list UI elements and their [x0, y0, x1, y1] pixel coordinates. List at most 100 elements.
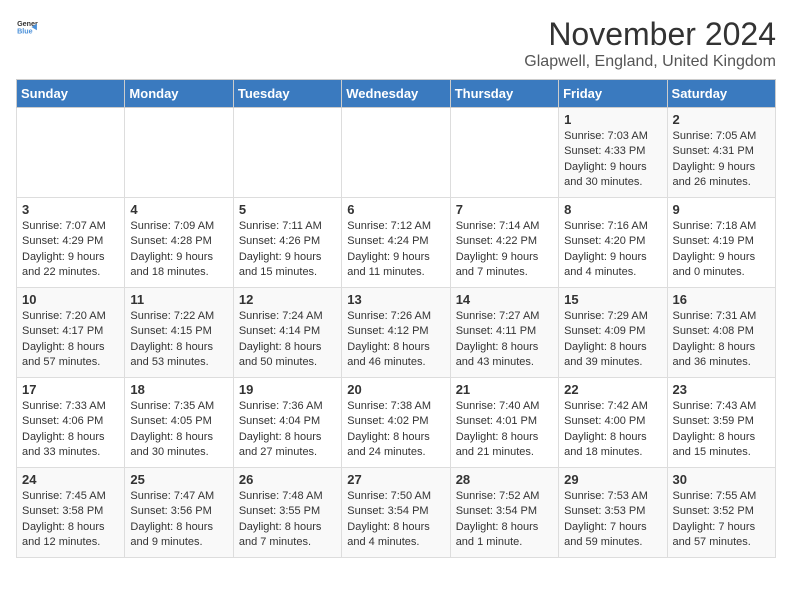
day-number: 9: [673, 202, 770, 217]
day-number: 26: [239, 472, 336, 487]
day-cell: 26 Sunrise: 7:48 AM Sunset: 3:55 PM Dayli…: [233, 468, 341, 558]
day-info: Sunrise: 7:42 AM Sunset: 4:00 PM Dayligh…: [564, 399, 661, 461]
week-row-1: 1 Sunrise: 7:03 AM Sunset: 4:33 PM Daylig…: [17, 108, 776, 198]
header-row: SundayMondayTuesdayWednesdayThursdayFrid…: [17, 80, 776, 108]
day-number: 10: [22, 292, 119, 307]
day-info: Sunrise: 7:48 AM Sunset: 3:55 PM Dayligh…: [239, 489, 336, 551]
day-cell: 29 Sunrise: 7:53 AM Sunset: 3:53 PM Dayli…: [559, 468, 667, 558]
col-header-tuesday: Tuesday: [233, 80, 341, 108]
day-cell: 1 Sunrise: 7:03 AM Sunset: 4:33 PM Daylig…: [559, 108, 667, 198]
day-info: Sunrise: 7:53 AM Sunset: 3:53 PM Dayligh…: [564, 489, 661, 551]
day-info: Sunrise: 7:07 AM Sunset: 4:29 PM Dayligh…: [22, 219, 119, 281]
month-title: November 2024: [524, 16, 776, 53]
day-number: 16: [673, 292, 770, 307]
day-cell: 2Sunrise: 7:05 AM Sunset: 4:31 PM Daylig…: [667, 108, 775, 198]
day-number: 21: [456, 382, 553, 397]
day-cell: 10 Sunrise: 7:20 AM Sunset: 4:17 PM Dayli…: [17, 288, 125, 378]
day-cell: [450, 108, 558, 198]
day-cell: 18 Sunrise: 7:35 AM Sunset: 4:05 PM Dayli…: [125, 378, 233, 468]
day-cell: 28 Sunrise: 7:52 AM Sunset: 3:54 PM Dayli…: [450, 468, 558, 558]
day-info: Sunrise: 7:33 AM Sunset: 4:06 PM Dayligh…: [22, 399, 119, 461]
day-number: 5: [239, 202, 336, 217]
day-cell: 14 Sunrise: 7:27 AM Sunset: 4:11 PM Dayli…: [450, 288, 558, 378]
day-info: Sunrise: 7:05 AM Sunset: 4:31 PM Dayligh…: [673, 129, 770, 191]
day-number: 1: [564, 112, 661, 127]
day-number: 20: [347, 382, 444, 397]
day-number: 18: [130, 382, 227, 397]
day-number: 24: [22, 472, 119, 487]
day-info: Sunrise: 7:40 AM Sunset: 4:01 PM Dayligh…: [456, 399, 553, 461]
day-number: 30: [673, 472, 770, 487]
day-cell: 11 Sunrise: 7:22 AM Sunset: 4:15 PM Dayli…: [125, 288, 233, 378]
day-cell: 19 Sunrise: 7:36 AM Sunset: 4:04 PM Dayli…: [233, 378, 341, 468]
col-header-thursday: Thursday: [450, 80, 558, 108]
day-cell: 7 Sunrise: 7:14 AM Sunset: 4:22 PM Daylig…: [450, 198, 558, 288]
day-cell: 16 Sunrise: 7:31 AM Sunset: 4:08 PM Dayli…: [667, 288, 775, 378]
day-info: Sunrise: 7:14 AM Sunset: 4:22 PM Dayligh…: [456, 219, 553, 281]
day-cell: [125, 108, 233, 198]
col-header-monday: Monday: [125, 80, 233, 108]
day-number: 29: [564, 472, 661, 487]
day-info: Sunrise: 7:18 AM Sunset: 4:19 PM Dayligh…: [673, 219, 770, 281]
day-cell: 23Sunrise: 7:43 AM Sunset: 3:59 PM Dayli…: [667, 378, 775, 468]
day-cell: 30 Sunrise: 7:55 AM Sunset: 3:52 PM Dayli…: [667, 468, 775, 558]
day-number: 22: [564, 382, 661, 397]
day-number: 6: [347, 202, 444, 217]
day-number: 11: [130, 292, 227, 307]
day-info: Sunrise: 7:03 AM Sunset: 4:33 PM Dayligh…: [564, 129, 661, 191]
day-cell: 17 Sunrise: 7:33 AM Sunset: 4:06 PM Dayli…: [17, 378, 125, 468]
day-cell: 22 Sunrise: 7:42 AM Sunset: 4:00 PM Dayli…: [559, 378, 667, 468]
day-cell: 25Sunrise: 7:47 AM Sunset: 3:56 PM Dayli…: [125, 468, 233, 558]
day-number: 8: [564, 202, 661, 217]
day-cell: [342, 108, 450, 198]
logo: General Blue: [16, 16, 38, 43]
day-cell: 24 Sunrise: 7:45 AM Sunset: 3:58 PM Dayli…: [17, 468, 125, 558]
day-number: 4: [130, 202, 227, 217]
day-cell: 6 Sunrise: 7:12 AM Sunset: 4:24 PM Daylig…: [342, 198, 450, 288]
day-cell: 5 Sunrise: 7:11 AM Sunset: 4:26 PM Daylig…: [233, 198, 341, 288]
day-number: 28: [456, 472, 553, 487]
day-info: Sunrise: 7:45 AM Sunset: 3:58 PM Dayligh…: [22, 489, 119, 551]
day-info: Sunrise: 7:12 AM Sunset: 4:24 PM Dayligh…: [347, 219, 444, 281]
col-header-sunday: Sunday: [17, 80, 125, 108]
day-info: Sunrise: 7:55 AM Sunset: 3:52 PM Dayligh…: [673, 489, 770, 551]
day-number: 19: [239, 382, 336, 397]
location-title: Glapwell, England, United Kingdom: [524, 53, 776, 71]
day-cell: 27Sunrise: 7:50 AM Sunset: 3:54 PM Dayli…: [342, 468, 450, 558]
day-number: 14: [456, 292, 553, 307]
day-number: 17: [22, 382, 119, 397]
day-info: Sunrise: 7:31 AM Sunset: 4:08 PM Dayligh…: [673, 309, 770, 371]
day-cell: 9 Sunrise: 7:18 AM Sunset: 4:19 PM Daylig…: [667, 198, 775, 288]
day-info: Sunrise: 7:26 AM Sunset: 4:12 PM Dayligh…: [347, 309, 444, 371]
day-number: 23: [673, 382, 770, 397]
week-row-5: 24 Sunrise: 7:45 AM Sunset: 3:58 PM Dayli…: [17, 468, 776, 558]
day-cell: 13Sunrise: 7:26 AM Sunset: 4:12 PM Dayli…: [342, 288, 450, 378]
day-info: Sunrise: 7:24 AM Sunset: 4:14 PM Dayligh…: [239, 309, 336, 371]
day-number: 27: [347, 472, 444, 487]
logo-graphic: General Blue: [16, 16, 38, 43]
day-info: Sunrise: 7:27 AM Sunset: 4:11 PM Dayligh…: [456, 309, 553, 371]
col-header-friday: Friday: [559, 80, 667, 108]
title-section: November 2024 Glapwell, England, United …: [524, 16, 776, 71]
day-cell: [233, 108, 341, 198]
day-number: 3: [22, 202, 119, 217]
day-info: Sunrise: 7:11 AM Sunset: 4:26 PM Dayligh…: [239, 219, 336, 281]
day-cell: 21 Sunrise: 7:40 AM Sunset: 4:01 PM Dayli…: [450, 378, 558, 468]
day-cell: 12 Sunrise: 7:24 AM Sunset: 4:14 PM Dayli…: [233, 288, 341, 378]
day-number: 7: [456, 202, 553, 217]
day-info: Sunrise: 7:47 AM Sunset: 3:56 PM Dayligh…: [130, 489, 227, 551]
day-info: Sunrise: 7:36 AM Sunset: 4:04 PM Dayligh…: [239, 399, 336, 461]
day-info: Sunrise: 7:09 AM Sunset: 4:28 PM Dayligh…: [130, 219, 227, 281]
day-info: Sunrise: 7:52 AM Sunset: 3:54 PM Dayligh…: [456, 489, 553, 551]
day-cell: 20Sunrise: 7:38 AM Sunset: 4:02 PM Dayli…: [342, 378, 450, 468]
header: General Blue November 2024 Glapwell, Eng…: [16, 16, 776, 71]
week-row-3: 10 Sunrise: 7:20 AM Sunset: 4:17 PM Dayli…: [17, 288, 776, 378]
day-info: Sunrise: 7:35 AM Sunset: 4:05 PM Dayligh…: [130, 399, 227, 461]
week-row-4: 17 Sunrise: 7:33 AM Sunset: 4:06 PM Dayli…: [17, 378, 776, 468]
day-number: 15: [564, 292, 661, 307]
day-number: 12: [239, 292, 336, 307]
day-info: Sunrise: 7:20 AM Sunset: 4:17 PM Dayligh…: [22, 309, 119, 371]
calendar-table: SundayMondayTuesdayWednesdayThursdayFrid…: [16, 79, 776, 558]
day-cell: [17, 108, 125, 198]
day-info: Sunrise: 7:22 AM Sunset: 4:15 PM Dayligh…: [130, 309, 227, 371]
